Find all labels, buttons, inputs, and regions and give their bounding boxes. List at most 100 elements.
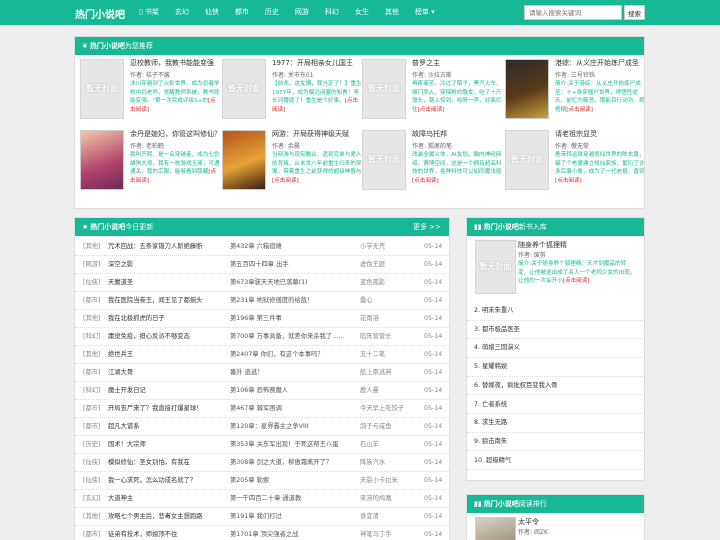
read-link[interactable]: [点击阅读]: [566, 107, 593, 113]
chapter-link[interactable]: 第120章：星界霸主之争VIII: [230, 418, 355, 436]
category-label[interactable]: [玄幻]: [83, 490, 101, 508]
book-title-link[interactable]: 我一心求死，怎么功成名就了？: [108, 472, 218, 490]
read-link[interactable]: [点击阅读]: [555, 178, 582, 184]
chapter-link[interactable]: 第673章骇天天地已落幕(1): [230, 274, 355, 292]
nav-item-xianxia[interactable]: 仙侠: [197, 0, 227, 25]
nav-item-bangdan[interactable]: 榜单 ▾: [407, 0, 443, 25]
book-title[interactable]: 网游：开局获得神级天赋: [272, 130, 362, 139]
category-label[interactable]: [仙侠]: [83, 454, 101, 472]
book-title-link[interactable]: 开局丧尸来了？我直接打爆星球！: [108, 400, 218, 418]
read-link[interactable]: [点击阅读]: [418, 107, 445, 113]
book-title-link[interactable]: 绝世兵王: [108, 346, 218, 364]
book-title[interactable]: 请老祖宗显灵: [555, 130, 645, 139]
chapter-link[interactable]: 第196章 第三件事: [230, 310, 355, 328]
nav-item-lishi[interactable]: 历史: [257, 0, 287, 25]
newbook-item[interactable]: 5. 星耀韩娱: [467, 358, 643, 377]
more-link[interactable]: 更多 >>: [413, 218, 441, 236]
category-label[interactable]: [其他]: [83, 310, 101, 328]
book-title-link[interactable]: 咒术回战：五条家锻刀人斯绝藤断: [108, 238, 218, 256]
book-title-link[interactable]: 国术！大宗师: [108, 436, 218, 454]
read-link[interactable]: [点击阅读]: [412, 178, 439, 184]
book-cover[interactable]: [475, 517, 516, 540]
chapter-link[interactable]: 第191章 我们打过: [230, 508, 355, 526]
book-title-link[interactable]: 徒弟有技术，师娘顶不住: [108, 526, 218, 540]
category-label[interactable]: [其他]: [83, 346, 101, 364]
category-label[interactable]: [其他]: [83, 238, 101, 256]
book-title[interactable]: 故障乌托邦: [412, 130, 502, 139]
book-title-link[interactable]: 我在北极抓虎的日子: [108, 310, 218, 328]
category-label[interactable]: [网游]: [83, 256, 101, 274]
nav-item-nvsheng[interactable]: 女生: [347, 0, 377, 25]
newbook-item[interactable]: 7. 亡者系统: [467, 396, 643, 414]
newbook-item[interactable]: 8. 求生无路: [467, 414, 643, 433]
book-title-link[interactable]: 天魔道圣: [108, 274, 218, 292]
ranking-first-title[interactable]: 太平令: [518, 517, 539, 527]
chapter-link[interactable]: 第700章 万事具备，就差你来杀我了……: [230, 328, 355, 346]
book-title-link[interactable]: 我在医院当卷王，阎王见了都摇头: [108, 292, 218, 310]
featured-book-title[interactable]: 随身养个狐狸精: [518, 240, 567, 250]
category-label[interactable]: [其他]: [83, 508, 101, 526]
category-label[interactable]: [历史]: [83, 436, 101, 454]
nav-item-kehuan[interactable]: 科幻: [317, 0, 347, 25]
chapter-link[interactable]: 第2407章 你们，有这个本事吗？: [230, 346, 355, 364]
book-title-link[interactable]: 大道神主: [108, 490, 218, 508]
nav-item-dushi[interactable]: 都市: [227, 0, 257, 25]
category-label[interactable]: [都市]: [83, 418, 101, 436]
newbook-item[interactable]: 6. 替嫁夜，疯批权臣变我入骨: [467, 377, 643, 396]
book-cover[interactable]: 暂无封面: [362, 130, 406, 190]
chapter-link[interactable]: 第一千四百二十章 通道教: [230, 490, 355, 508]
category-label[interactable]: [都市]: [83, 526, 101, 540]
chapter-link[interactable]: 第467章 棘军困调: [230, 400, 355, 418]
chapter-link[interactable]: 第五百四十四章 出手: [230, 256, 355, 274]
site-logo[interactable]: 热门小说吧: [75, 6, 125, 21]
book-cover[interactable]: 暂无封面: [222, 59, 266, 119]
book-title[interactable]: 余丹是媳妇，你管这叫修仙？: [130, 130, 220, 139]
category-label[interactable]: [科幻]: [83, 328, 101, 346]
category-label[interactable]: [都市]: [83, 292, 101, 310]
book-title[interactable]: 港综：从义庄开始炼尸成圣: [555, 59, 645, 68]
chapter-link[interactable]: 番外 逃逃！: [230, 364, 355, 382]
read-link[interactable]: [点击阅读]: [272, 178, 299, 184]
book-cover[interactable]: [505, 59, 549, 119]
newbook-item[interactable]: 3. 都市极品医圣: [467, 321, 643, 340]
book-title-link[interactable]: 江湖大哥: [108, 364, 218, 382]
nav-item-qita[interactable]: 其他: [377, 0, 407, 25]
book-title-link[interactable]: 攻略七个男主后，悲毒女主想跑路: [108, 508, 218, 526]
book-title-link[interactable]: 超凡大谱系: [108, 418, 218, 436]
read-link[interactable]: [点击阅读]: [563, 278, 590, 284]
book-cover[interactable]: [80, 130, 124, 190]
chapter-link[interactable]: 第231章 地狱修缮度的给敌！: [230, 292, 355, 310]
book-title-link[interactable]: 深空之影: [108, 256, 218, 274]
chapter-link[interactable]: 第205章 勒索: [230, 472, 355, 490]
category-label[interactable]: [仙侠]: [83, 274, 101, 292]
chapter-link[interactable]: 第308章 剑之大道，柳傲霜离开了？: [230, 454, 355, 472]
newbook-item[interactable]: 9. 狼击南朱: [467, 433, 643, 452]
chapter-link[interactable]: 第1701章 顶尖强者之战: [230, 526, 355, 540]
book-cover[interactable]: 暂无封面: [362, 59, 406, 119]
newbook-item[interactable]: 10. 超级精气: [467, 452, 643, 471]
book-title-link[interactable]: 模拟修仙：圣女别怕，有我在: [108, 454, 218, 472]
chapter-link[interactable]: 第106章 恐怖赛魔人: [230, 382, 355, 400]
book-title[interactable]: 普罗之主: [412, 59, 502, 68]
book-cover[interactable]: 暂无封面: [505, 130, 549, 190]
book-cover[interactable]: [222, 130, 266, 190]
category-label[interactable]: [仙侠]: [83, 472, 101, 490]
category-label[interactable]: [都市]: [83, 400, 101, 418]
newbook-item[interactable]: 4. 萌娘三国演义: [467, 339, 643, 358]
chapter-link[interactable]: 第353章 关东军出现！于死这帮王八蛋: [230, 436, 355, 454]
book-cover[interactable]: 暂无封面: [475, 240, 516, 294]
book-title[interactable]: 忍校教师，我教书能能变强: [130, 59, 220, 68]
book-cover[interactable]: 暂无封面: [80, 59, 124, 119]
nav-item-bookshelf[interactable]: ▯ 书架: [135, 0, 167, 25]
search-button[interactable]: 搜索: [624, 5, 645, 20]
search-input[interactable]: [524, 5, 622, 20]
newbook-item[interactable]: 2. 明末朱重八: [467, 302, 643, 321]
book-title-link[interactable]: 庸觉免疫，担心反派不够变态: [108, 328, 218, 346]
chapter-link[interactable]: 第432章 六箱宿傩: [230, 238, 355, 256]
category-label[interactable]: [都市]: [83, 364, 101, 382]
book-title-link[interactable]: 魔士开发日记: [108, 382, 218, 400]
nav-item-wangyou[interactable]: 网游: [287, 0, 317, 25]
book-title[interactable]: 1977：开局相亲女儿国王: [272, 59, 362, 68]
nav-item-xuanhuan[interactable]: 玄幻: [167, 0, 197, 25]
category-label[interactable]: [科幻]: [83, 382, 101, 400]
